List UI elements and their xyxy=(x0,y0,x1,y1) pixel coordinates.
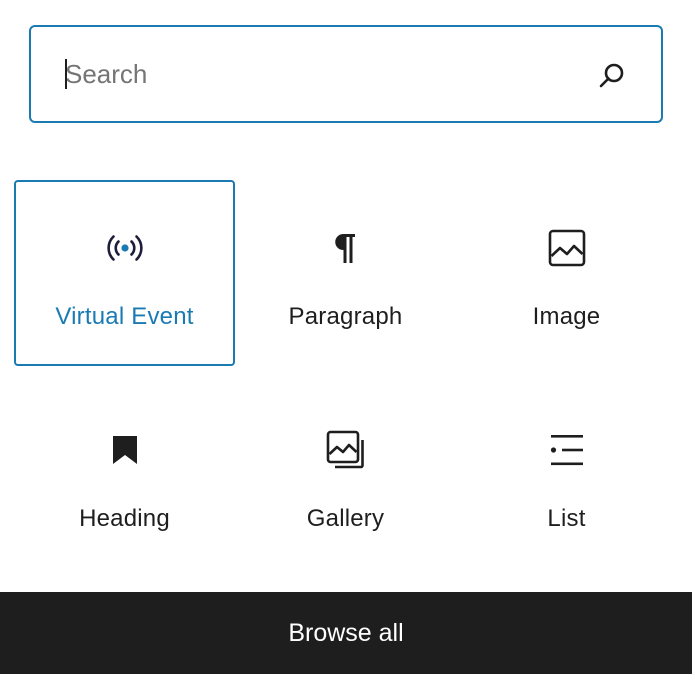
block-label: Heading xyxy=(79,505,170,532)
search-box[interactable] xyxy=(29,25,663,123)
block-label: List xyxy=(547,505,586,532)
block-inserter-panel: Virtual Event Paragraph Image xyxy=(0,0,692,674)
block-item-paragraph[interactable]: Paragraph xyxy=(235,180,456,366)
gallery-icon xyxy=(324,428,368,472)
block-label: Paragraph xyxy=(288,303,403,330)
block-item-image[interactable]: Image xyxy=(456,180,677,366)
search-input[interactable] xyxy=(65,27,585,121)
block-item-virtual-event[interactable]: Virtual Event xyxy=(14,180,235,366)
block-item-gallery[interactable]: Gallery xyxy=(235,382,456,568)
block-label: Image xyxy=(532,303,601,330)
block-item-list[interactable]: List xyxy=(456,382,677,568)
browse-all-button[interactable]: Browse all xyxy=(0,592,692,674)
pilcrow-icon xyxy=(324,226,368,270)
search-icon[interactable] xyxy=(597,61,627,91)
block-item-heading[interactable]: Heading xyxy=(14,382,235,568)
text-caret xyxy=(65,59,67,89)
block-label: Gallery xyxy=(306,505,385,532)
list-icon xyxy=(545,428,589,472)
bookmark-icon xyxy=(103,428,147,472)
broadcast-icon xyxy=(103,226,147,270)
image-icon xyxy=(545,226,589,270)
block-label: Virtual Event xyxy=(55,303,194,330)
